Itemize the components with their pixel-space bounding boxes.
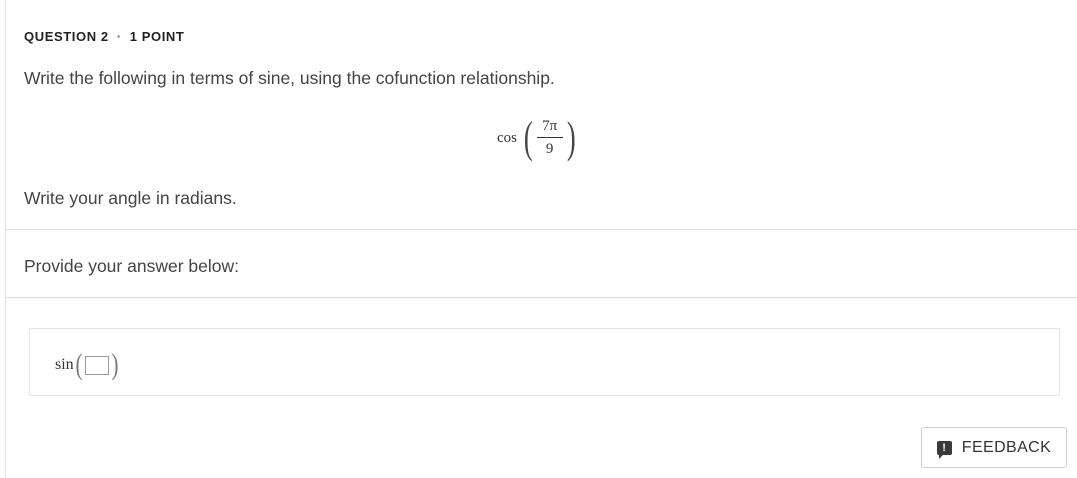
feedback-icon: ! bbox=[936, 440, 952, 459]
math-answer-input[interactable]: sin ( ) bbox=[55, 350, 120, 380]
feedback-button[interactable]: ! FEEDBACK bbox=[921, 427, 1067, 468]
question-card: QUESTION 2 · 1 POINT Write the following i… bbox=[5, 0, 1077, 478]
answer-function-name: sin bbox=[55, 356, 74, 373]
question-instruction: Write your angle in radians. bbox=[24, 188, 237, 208]
left-paren: ( bbox=[523, 113, 533, 162]
fraction-denominator: 9 bbox=[545, 141, 554, 157]
answer-right-paren: ) bbox=[111, 348, 119, 381]
math-expression: cos ( 7π 9 ) bbox=[497, 112, 578, 164]
question-number: QUESTION 2 bbox=[24, 29, 109, 44]
question-header: QUESTION 2 · 1 POINT bbox=[24, 29, 184, 44]
math-function-name: cos bbox=[497, 129, 517, 146]
divider bbox=[6, 297, 1077, 298]
question-points: 1 POINT bbox=[129, 29, 185, 44]
fraction-numerator: 7π bbox=[542, 118, 558, 134]
answer-input-slot[interactable] bbox=[84, 355, 109, 375]
divider bbox=[6, 229, 1077, 230]
answer-left-paren: ( bbox=[75, 348, 83, 381]
question-prompt: Write the following in terms of sine, us… bbox=[24, 68, 555, 88]
header-separator: · bbox=[116, 29, 122, 44]
right-paren: ) bbox=[566, 113, 576, 162]
answer-container: sin ( ) bbox=[29, 328, 1060, 396]
fraction: 7π 9 bbox=[536, 118, 563, 158]
feedback-label: FEEDBACK bbox=[961, 438, 1052, 456]
answer-label: Provide your answer below: bbox=[24, 256, 239, 276]
